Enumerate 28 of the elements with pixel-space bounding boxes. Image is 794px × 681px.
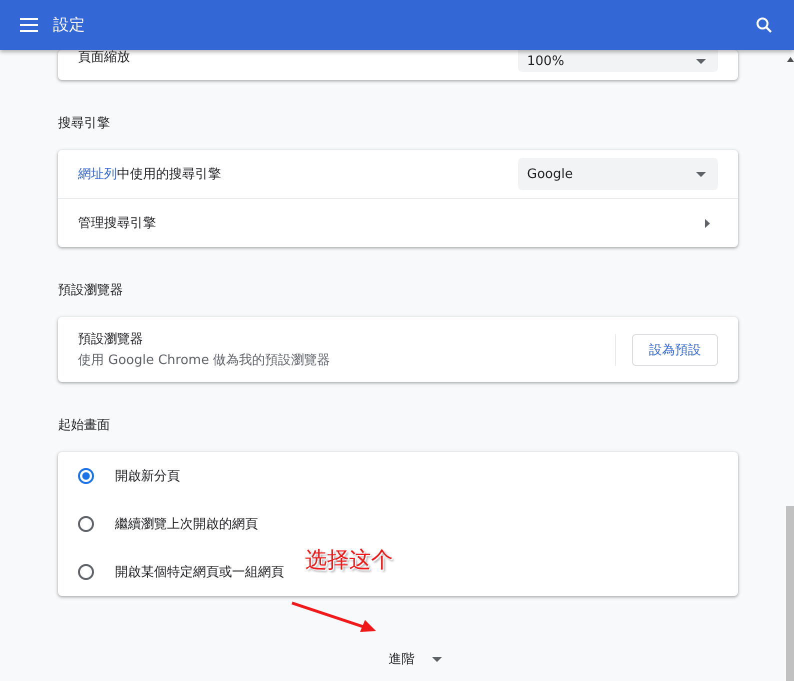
scroll-thumb[interactable]: [786, 506, 794, 681]
radio-button[interactable]: [78, 564, 94, 580]
address-bar-link[interactable]: 網址列: [78, 167, 117, 182]
setting-label[interactable]: 管理搜尋引擎: [78, 214, 705, 232]
radio-label[interactable]: 繼續瀏覽上次開啟的網頁: [115, 515, 718, 533]
annotation-text: 选择这个: [305, 547, 393, 575]
advanced-toggle[interactable]: 進階: [354, 650, 442, 668]
search-engine-dropdown[interactable]: Google: [518, 158, 718, 190]
zoom-dropdown[interactable]: 100%: [518, 50, 718, 72]
radio-label[interactable]: 開啟新分頁: [115, 467, 718, 485]
setting-label: 網址列中使用的搜尋引擎: [78, 166, 222, 183]
radio-button[interactable]: [78, 468, 94, 484]
section-heading: 起始畫面: [58, 417, 110, 435]
section-heading: 預設瀏覽器: [58, 282, 123, 300]
setting-label: 預設瀏覽器: [78, 331, 144, 348]
menu-icon[interactable]: [20, 18, 38, 32]
chevron-icon[interactable]: [705, 218, 710, 228]
setting-label: 頁面縮放: [78, 49, 131, 66]
setting-description: 使用 Google Chrome 做為我的預設瀏覽器: [78, 352, 332, 369]
make-default-button[interactable]: 設為預設: [632, 334, 718, 366]
section-heading: 搜尋引擎: [58, 115, 110, 133]
caret-icon: [696, 58, 706, 64]
search-icon[interactable]: [756, 17, 772, 33]
caret-icon: [432, 656, 442, 662]
caret-icon: [696, 172, 706, 176]
app-title: 設定: [53, 14, 86, 36]
radio-button[interactable]: [78, 516, 94, 532]
scroll-up-icon[interactable]: [786, 57, 794, 62]
